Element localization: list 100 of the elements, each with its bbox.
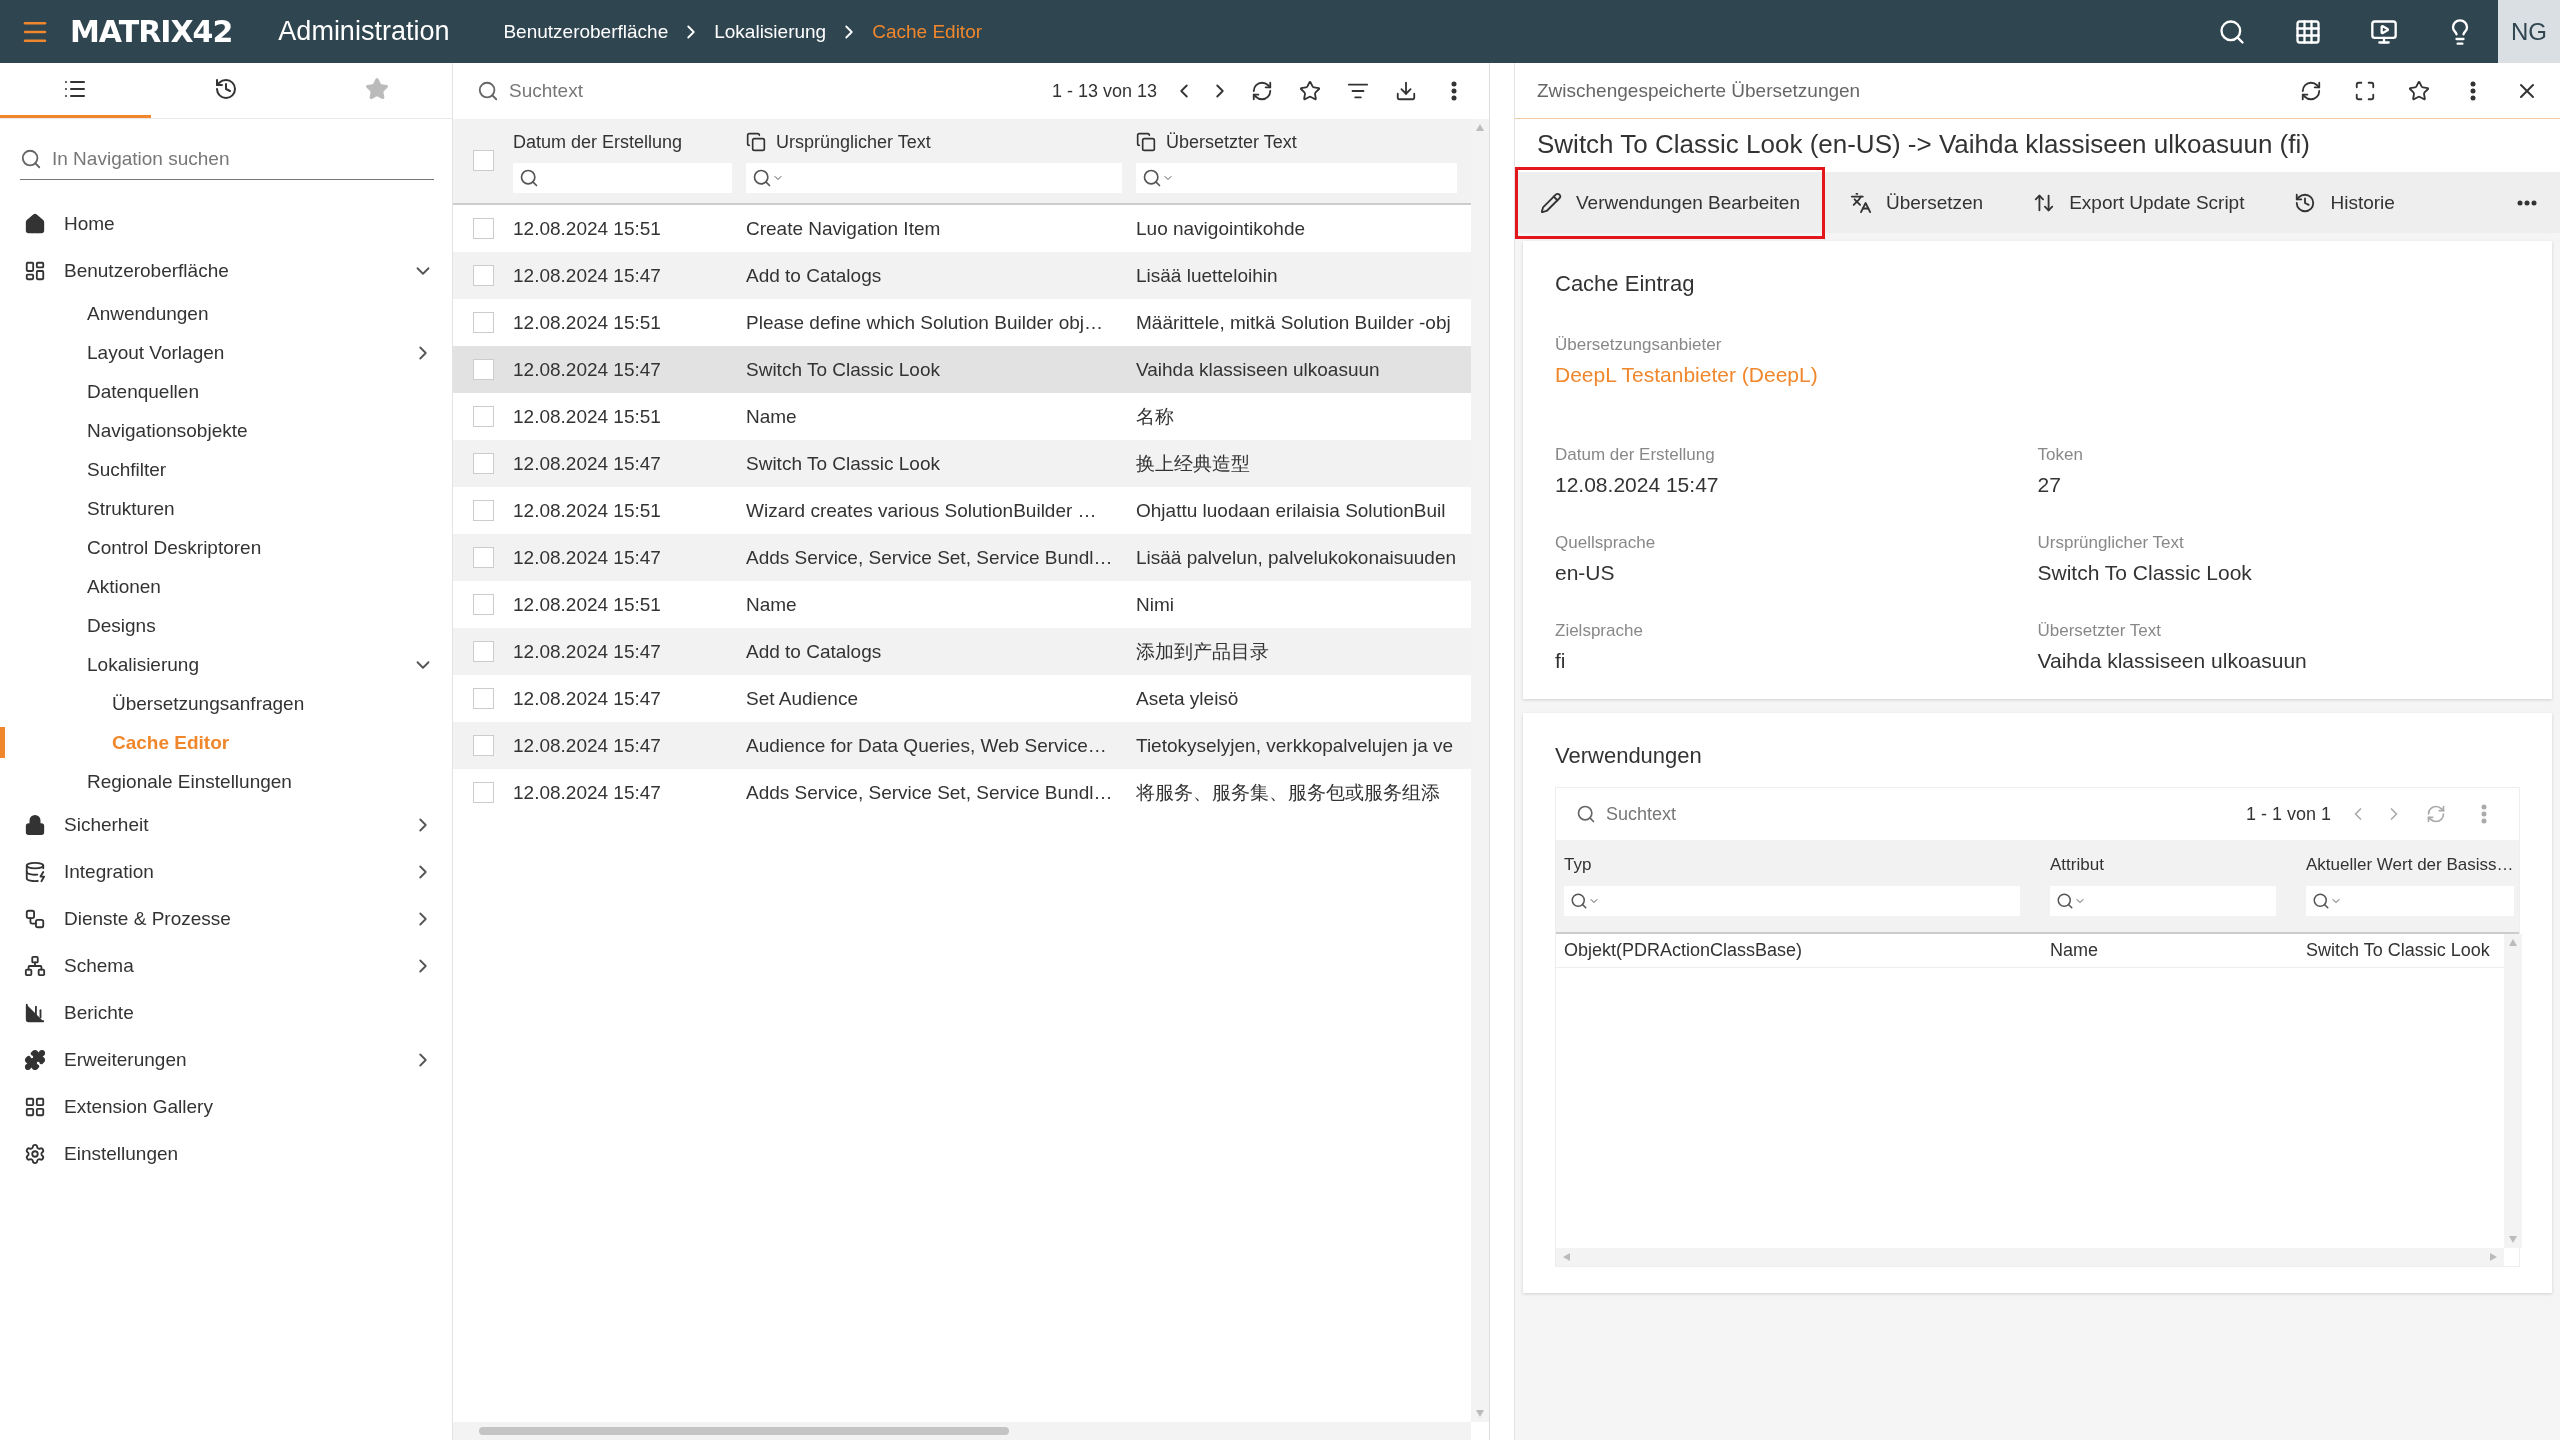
nav-item[interactable]: Control Deskriptoren <box>0 528 452 567</box>
refresh-icon <box>1251 80 1273 102</box>
navigation-search-field[interactable]: In Navigation suchen <box>50 147 434 171</box>
row-checkbox[interactable] <box>472 312 494 333</box>
nav-item[interactable]: Aktionen <box>0 567 452 606</box>
row-checkbox[interactable] <box>472 735 494 756</box>
table-cell-text: Add to Catalogs <box>746 264 883 287</box>
row-checkbox[interactable] <box>472 359 494 380</box>
table-cell-text: 12.08.2024 15:47 <box>513 687 662 710</box>
column-header[interactable]: Aktueller Wert der Basiss… <box>2306 850 2514 880</box>
scroll-arrow-icon[interactable] <box>2507 1234 2518 1244</box>
nav-item[interactable]: Home <box>0 200 452 247</box>
table-row[interactable]: 12.08.2024 15:47 Audience for Data Queries, Web Service… Tietokyselyjen, verkkopalvelujen ja ve <box>453 722 1471 769</box>
search-icon <box>519 168 539 188</box>
nav-item[interactable]: Anwendungen <box>0 294 452 333</box>
more-icon <box>2517 199 2537 206</box>
search-field[interactable]: Suchtext <box>507 79 1046 103</box>
table-cell-text: Switch To Classic Look <box>746 358 941 381</box>
nav-item[interactable]: Strukturen <box>0 489 452 528</box>
nav-item[interactable]: Navigationsobjekte <box>0 411 452 450</box>
nav-item[interactable]: Einstellungen <box>0 1130 452 1177</box>
history-icon <box>2294 191 2317 214</box>
table-cell-text: Vaihda klassiseen ulkoasuun <box>1136 358 1381 381</box>
row-checkbox[interactable] <box>472 688 494 709</box>
row-checkbox[interactable] <box>472 594 494 615</box>
table-row[interactable]: 12.08.2024 15:47 Add to Catalogs Lisää luetteloihin <box>453 252 1471 299</box>
refresh-icon <box>2426 804 2446 824</box>
breadcrumb-link[interactable]: Cache Editor <box>872 20 983 43</box>
nav-item[interactable]: Berichte <box>0 989 452 1036</box>
row-checkbox[interactable] <box>472 641 494 662</box>
star-icon <box>1299 80 1321 102</box>
nav-item[interactable]: Suchfilter <box>0 450 452 489</box>
nav-item[interactable]: Layout Vorlagen <box>0 333 452 372</box>
pager-text: 1 - 1 von 1 <box>2245 803 2331 825</box>
column-header[interactable]: Attribut <box>2050 850 2276 880</box>
table-cell-text: Name <box>746 405 798 428</box>
column-filter-field[interactable] <box>2050 886 2276 916</box>
row-checkbox[interactable] <box>472 782 494 803</box>
bar-chart-icon <box>24 1001 46 1024</box>
nav-item[interactable]: Sicherheit <box>0 801 452 848</box>
field-value: Vaihda klassiseen ulkoasuun <box>2037 649 2308 673</box>
table-cell-text: 将服务、服务集、服务包或服务组添 <box>1136 780 1441 805</box>
nav-item[interactable]: Integration <box>0 848 452 895</box>
table-cell-text: Ohjattu luodaan erilaisia SolutionBuil <box>1136 499 1447 522</box>
nav-item[interactable]: Extension Gallery <box>0 1083 452 1130</box>
field-value: 12.08.2024 15:47 <box>1555 473 1720 497</box>
table-cell-text: Adds Service, Service Set, Service Bundl… <box>746 546 1114 569</box>
field-label: Token <box>2037 445 2084 465</box>
nav-item[interactable]: Datenquellen <box>0 372 452 411</box>
field-label: Quellsprache <box>1555 533 1657 553</box>
search-field[interactable]: Suchtext <box>1604 802 2240 826</box>
table-row[interactable]: 12.08.2024 15:47 Switch To Classic Look Vaihda klassiseen ulkoasuun <box>453 346 1471 393</box>
card-title: Cache Eintrag <box>1555 271 1696 297</box>
action-button[interactable]: Verwendungen Bearbeiten <box>1515 166 1825 239</box>
search-icon <box>1570 892 1588 910</box>
table-cell-text: Name <box>746 593 798 616</box>
nav-item[interactable]: Lokalisierung <box>0 645 452 684</box>
scroll-arrow-icon[interactable] <box>1475 123 1485 133</box>
table-row[interactable]: 12.08.2024 15:47 Add to Catalogs 添加到产品目录 <box>453 628 1471 675</box>
panel-title: Zwischengespeicherte Übersetzungen <box>1537 79 1862 102</box>
table-cell-text: Adds Service, Service Set, Service Bundl… <box>746 781 1114 804</box>
row-checkbox[interactable] <box>472 218 494 239</box>
nav-item[interactable]: Erweiterungen <box>0 1036 452 1083</box>
scroll-arrow-icon[interactable] <box>2507 938 2518 948</box>
nav-item[interactable]: Designs <box>0 606 452 645</box>
download-icon <box>1395 80 1417 102</box>
table-cell-text: Wizard creates various SolutionBuilder … <box>746 499 1098 522</box>
row-checkbox[interactable] <box>472 547 494 568</box>
column-header[interactable]: Typ <box>1564 850 2020 880</box>
scroll-arrow-icon[interactable] <box>2487 1252 2498 1262</box>
breadcrumb-link[interactable]: Benutzeroberfläche <box>503 20 669 43</box>
column-header[interactable]: Übersetzter Text <box>1136 127 1457 157</box>
table-row[interactable]: 12.08.2024 15:47 Adds Service, Service Set, Service Bundl… Lisää palvelun, palvelukokonaisuuden <box>453 534 1471 581</box>
column-filter-field[interactable] <box>513 163 732 193</box>
column-filter-field[interactable] <box>1136 163 1457 193</box>
table-cell: Switch To Classic Look <box>2306 940 2490 961</box>
column-header[interactable]: Ursprünglicher Text <box>746 127 1122 157</box>
search-icon <box>1576 804 1596 824</box>
row-checkbox[interactable] <box>472 453 494 474</box>
column-filter-field[interactable] <box>2306 886 2514 916</box>
history-icon <box>214 77 238 101</box>
scroll-arrow-icon[interactable] <box>1475 1408 1485 1418</box>
workflow-icon <box>24 907 46 930</box>
nav-item[interactable]: Regionale Einstellungen <box>0 762 452 801</box>
breadcrumb-link[interactable]: Lokalisierung <box>714 20 827 43</box>
nav-item[interactable]: Dienste & Prozesse <box>0 895 452 942</box>
row-checkbox[interactable] <box>472 500 494 521</box>
column-filter-field[interactable] <box>746 163 1122 193</box>
table-row[interactable]: 12.08.2024 15:47 Switch To Classic Look 换上经典造型 <box>453 440 1471 487</box>
row-checkbox[interactable] <box>472 406 494 427</box>
nav-item[interactable]: Benutzeroberfläche <box>0 247 452 294</box>
scroll-arrow-icon[interactable] <box>1562 1252 1572 1262</box>
nav-item[interactable]: Übersetzungsanfragen <box>0 684 452 723</box>
column-filter-field[interactable] <box>1564 886 2020 916</box>
row-checkbox[interactable] <box>472 265 494 286</box>
select-all-checkbox[interactable] <box>472 149 494 171</box>
user-avatar[interactable]: NG <box>2498 0 2560 63</box>
nav-item[interactable]: Schema <box>0 942 452 989</box>
column-header[interactable]: Datum der Erstellung <box>513 127 732 157</box>
scrollbar-thumb[interactable] <box>479 1427 1009 1435</box>
